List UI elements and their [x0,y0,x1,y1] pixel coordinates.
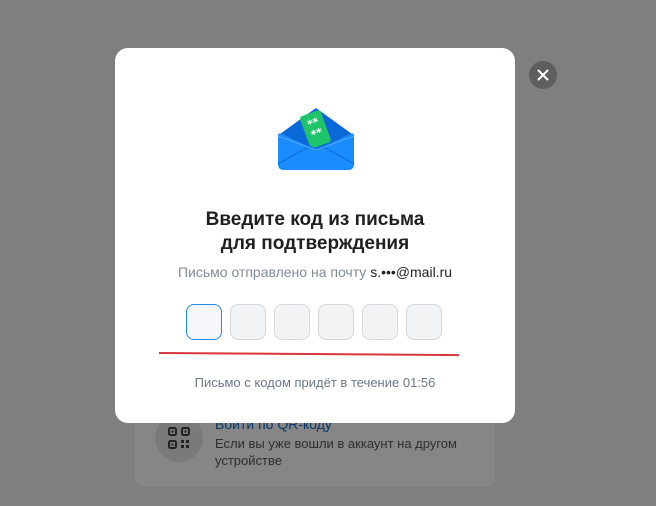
verification-modal: ** ** Введите код из письма для подтверж… [115,48,515,423]
envelope-icon: ** ** [277,108,355,170]
modal-title-line2: для подтверждения [220,233,410,254]
code-digit-2[interactable] [230,304,266,340]
code-digit-3[interactable] [274,304,310,340]
code-input-group [186,304,450,340]
close-icon [537,69,549,81]
code-digit-1[interactable] [186,304,222,340]
code-digit-5[interactable] [362,304,398,340]
email-sent-notice: Письмо отправлено на почту s.•••@mail.ru [115,264,515,280]
code-digit-6[interactable] [406,304,442,340]
code-digit-4[interactable] [318,304,354,340]
red-underline-annotation [158,352,459,357]
qr-code-icon [168,427,190,449]
qr-login-description: Если вы уже вошли в аккаунт на другом ус… [215,436,457,468]
email-sent-label: Письмо отправлено на почту [177,264,371,280]
modal-title: Введите код из письма для подтверждения [115,208,515,256]
close-button[interactable] [529,61,557,89]
modal-title-line1: Введите код из письма [205,209,425,230]
masked-email: s.•••@mail.ru [370,264,453,280]
resend-timer: Письмо с кодом придёт в течение 01:56 [194,375,436,390]
